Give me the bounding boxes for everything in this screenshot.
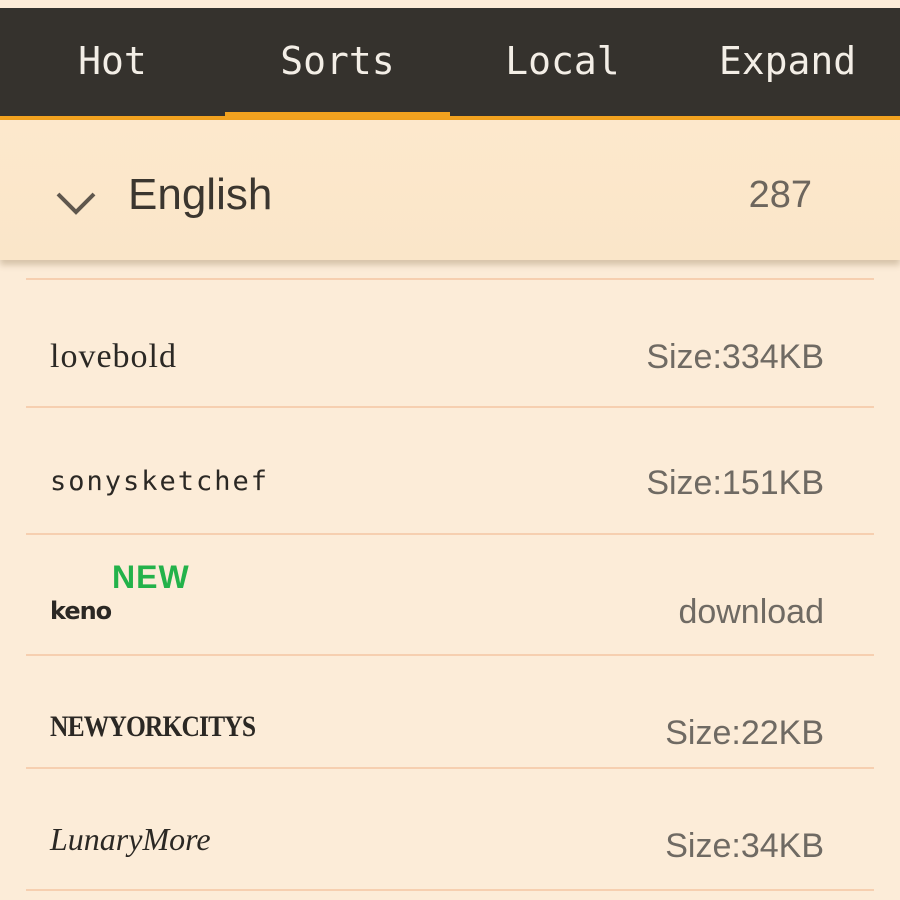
font-name: keno	[50, 597, 112, 625]
group-header-english[interactable]: English 287	[0, 120, 900, 260]
tab-bar: Hot Sorts Local Expand	[0, 0, 900, 120]
new-badge: NEW	[112, 559, 190, 595]
tab-local[interactable]: Local	[450, 8, 675, 118]
group-title: English	[128, 170, 273, 219]
font-size-label: Size:334KB	[646, 338, 824, 376]
download-button[interactable]: download	[678, 593, 824, 632]
divider	[26, 278, 874, 280]
list-item[interactable]: lovebold Size:334KB	[0, 282, 900, 408]
divider	[26, 889, 874, 891]
font-name: lovebold	[50, 338, 177, 375]
group-count: 287	[748, 174, 812, 216]
font-size-label: Size:22KB	[665, 714, 824, 752]
tab-expand[interactable]: Expand	[675, 8, 900, 118]
list-item[interactable]: sonysketchef Size:151KB	[0, 408, 900, 534]
font-name: NEWYORKCITYS	[50, 710, 256, 743]
list-item[interactable]: NEW keno download	[0, 535, 900, 655]
font-size-label: Size:151KB	[646, 464, 824, 502]
chevron-down-icon	[56, 192, 96, 215]
tab-strip: Hot Sorts Local Expand	[0, 8, 900, 118]
font-name: LunaryMore	[50, 821, 211, 857]
font-name: sonysketchef	[50, 466, 270, 497]
tab-sorts[interactable]: Sorts	[225, 8, 450, 118]
list-item[interactable]: NEWYORKCITYS Size:22KB	[0, 656, 900, 768]
tab-hot[interactable]: Hot	[0, 8, 225, 118]
font-size-label: Size:34KB	[665, 827, 824, 865]
list-item[interactable]: LunaryMore Size:34KB	[0, 769, 900, 889]
